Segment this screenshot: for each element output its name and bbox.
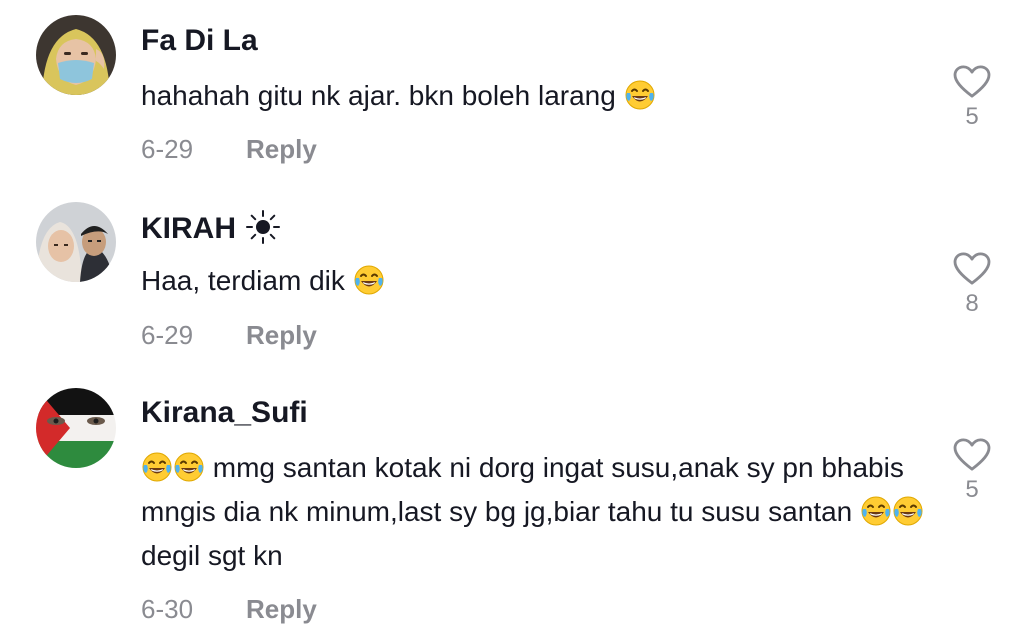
reply-button[interactable]: Reply (246, 134, 317, 164)
avatar-image (36, 15, 116, 95)
comment-date: 6-29 (141, 320, 194, 350)
like-button[interactable]: 5 (950, 65, 994, 131)
like-count: 5 (965, 103, 979, 130)
reply-button[interactable]: Reply (246, 320, 317, 350)
comment-date: 6-30 (141, 594, 194, 624)
username[interactable]: Kirana_Sufi (141, 396, 308, 430)
face-with-tears-of-joy-icon (624, 79, 656, 111)
comment-date: 6-29 (141, 134, 194, 164)
like-count: 8 (965, 290, 979, 317)
sun-icon (246, 210, 281, 244)
reply-button[interactable]: Reply (246, 594, 317, 624)
username-text: KIRAH (141, 212, 236, 245)
avatar[interactable] (36, 388, 116, 468)
avatar-image (36, 202, 116, 282)
heart-icon[interactable] (953, 65, 991, 99)
comment-text-content: Haa, terdiam dik (141, 265, 345, 296)
like-button[interactable]: 8 (950, 252, 994, 318)
like-count: 5 (965, 476, 979, 503)
comment-text: hahahah gitu nk ajar. bkn boleh larang (141, 74, 931, 118)
heart-icon[interactable] (953, 438, 991, 472)
comment-meta: 6-29 Reply (141, 134, 317, 165)
comment-text-content: hahahah gitu nk ajar. bkn boleh larang (141, 80, 616, 111)
username[interactable]: Fa Di La (141, 24, 258, 58)
face-with-tears-of-joy-icon (892, 495, 924, 527)
like-button[interactable]: 5 (950, 438, 994, 504)
comment-text: mmg santan kotak ni dorg ingat susu,anak… (141, 446, 931, 578)
face-with-tears-of-joy-icon (173, 451, 205, 483)
comment-text-content: degil sgt kn (141, 540, 283, 571)
avatar[interactable] (36, 15, 116, 95)
comment-text: Haa, terdiam dik (141, 259, 931, 303)
avatar-image (36, 388, 116, 468)
face-with-tears-of-joy-icon (141, 451, 173, 483)
comment-meta: 6-30 Reply (141, 594, 317, 625)
avatar[interactable] (36, 202, 116, 282)
face-with-tears-of-joy-icon (353, 264, 385, 296)
face-with-tears-of-joy-icon (860, 495, 892, 527)
comment-text-content: mmg santan kotak ni dorg ingat susu,anak… (141, 452, 904, 527)
username[interactable]: KIRAH (141, 210, 281, 246)
heart-icon[interactable] (953, 252, 991, 286)
comment-meta: 6-29 Reply (141, 320, 317, 351)
